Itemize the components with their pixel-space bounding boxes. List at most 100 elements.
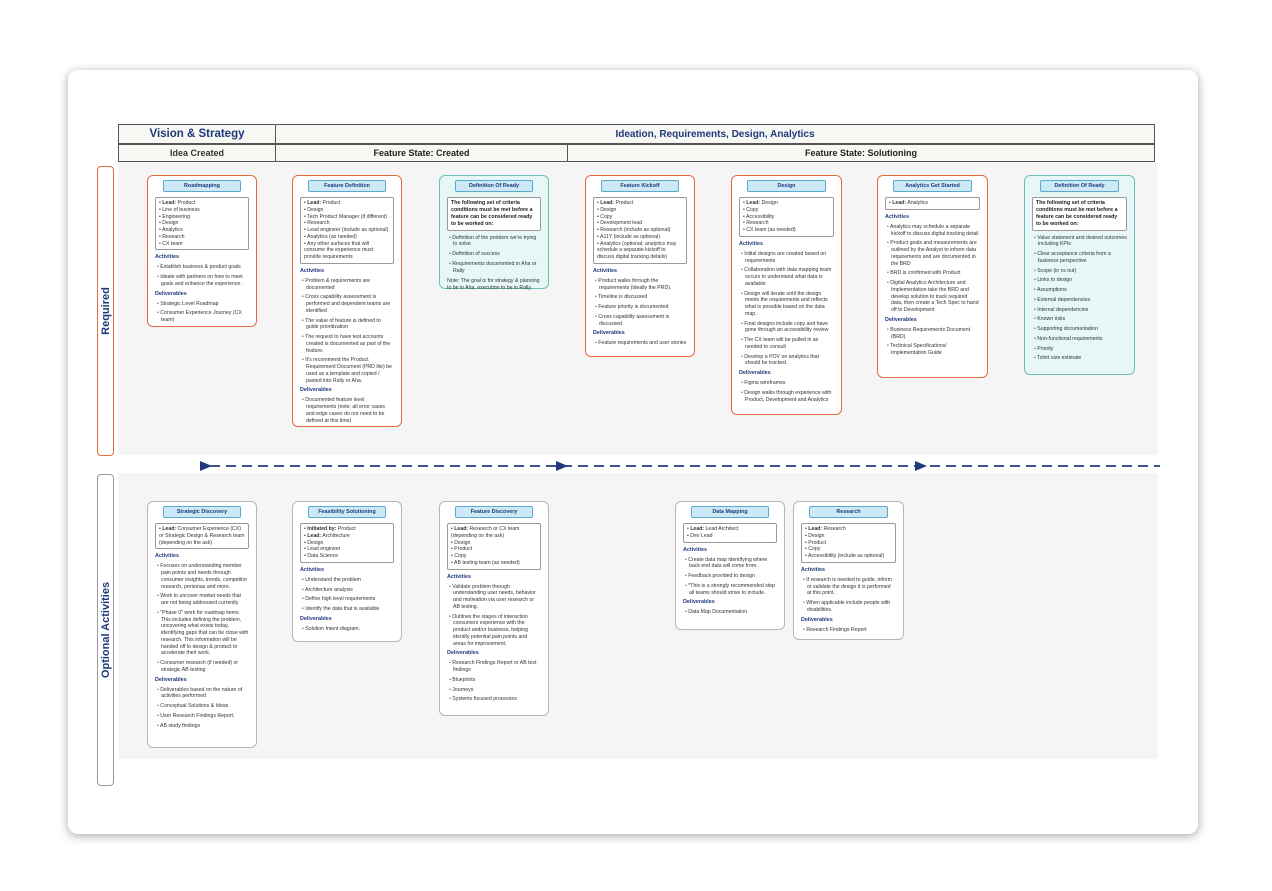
deliverables-item: User Research Findings Report. — [155, 713, 249, 720]
lead-item: Copy — [451, 553, 537, 560]
activities-heading: Activities — [801, 566, 825, 573]
lead-item: A11Y (include as optional) — [597, 234, 683, 241]
card-title: Feasibility Solutioning — [308, 506, 386, 519]
deliverables-heading: Deliverables — [300, 387, 332, 394]
activities-heading: Activities — [739, 240, 763, 247]
timeline-arrow — [200, 461, 1160, 471]
criteria-item: Definition of the problem we're trying t… — [447, 235, 541, 249]
phase-ideation: Ideation, Requirements, Design, Analytic… — [275, 124, 1155, 144]
card-roadmapping: Roadmapping Lead: ProductLine of business… — [147, 175, 257, 327]
lead-item: Development lead — [597, 220, 683, 227]
deliverables-item: Systems focused processes — [447, 696, 541, 703]
lead-item: Analytics (optional; analytics may sched… — [597, 241, 683, 261]
lead-item: Tech Product Manager (if different) — [304, 214, 390, 221]
lead-item: Lead engineer (include as optional) — [304, 227, 390, 234]
card-title: Feature Discovery — [455, 506, 533, 519]
lead-item: Engineering — [159, 214, 245, 221]
lead-item: Copy — [743, 207, 830, 214]
lead-item: Data Science — [304, 553, 390, 560]
optional-band — [118, 473, 1158, 759]
lead-item: Analytics — [159, 227, 245, 234]
ready-criteria-intro: The following set of criteria conditions… — [1032, 197, 1127, 231]
criteria-item: Scope (in vs out) — [1032, 268, 1127, 275]
lead-item: Research (include as optional) — [597, 227, 683, 234]
lead-item: Any other surfaces that will consume the… — [304, 241, 390, 261]
activities-item: Focuses on understanding member pain poi… — [155, 563, 249, 590]
card-title: Research — [809, 506, 888, 519]
card-definition-ready-1: Definition Of Ready The following set of … — [439, 175, 549, 292]
deliverables-item: Journeys — [447, 687, 541, 694]
criteria-item: Clear acceptance criteria from a busines… — [1032, 251, 1127, 265]
card-research: ResearchLead: ResearchDesignProductCopyA… — [793, 501, 904, 640]
phase-vision-strategy: Vision & Strategy — [118, 124, 276, 144]
activities-item: When applicable include people with disa… — [801, 600, 896, 614]
lead-item: Lead: Research — [805, 526, 892, 533]
lead-item: Lead: Product — [159, 200, 245, 207]
activities-item: Develop a POV on analytics that should b… — [739, 354, 834, 368]
deliverables-heading: Deliverables — [683, 599, 715, 606]
deliverables-heading: Deliverables — [155, 290, 187, 297]
deliverables-item: Blueprints — [447, 677, 541, 684]
activities-item: Problem & requirements are documented — [300, 278, 394, 292]
criteria-item: Non-functional requirements — [1032, 336, 1127, 343]
criteria-item: External dependencies — [1032, 297, 1127, 304]
activities-item: Create data map identifying where back e… — [683, 557, 777, 571]
activities-heading: Activities — [683, 546, 707, 553]
lead-item: Lead: Product — [304, 200, 390, 207]
deliverables-item: Design walks through experience with Pro… — [739, 390, 834, 404]
deliverables-item: AB study findings — [155, 723, 249, 730]
deliverables-item: Documented feature level requirements (n… — [300, 397, 394, 424]
activities-item: Digital Analytics Architecture and Imple… — [885, 280, 980, 314]
card-title: Data Mapping — [691, 506, 769, 519]
lead-item: Research — [159, 234, 245, 241]
lead-item: Product — [451, 546, 537, 553]
activities-item: The value of feature is defined to guide… — [300, 318, 394, 332]
lead-item: AB testing team (as needed) — [451, 560, 537, 567]
activities-item: Understand the problem — [300, 577, 394, 584]
lead-item: Lead: Research or CX team (depending on … — [451, 526, 537, 540]
criteria-item: Definition of success — [447, 251, 541, 258]
lead-item: CX team — [159, 241, 245, 248]
activities-item: The request to have test accounts create… — [300, 334, 394, 354]
activities-item: Design will iterate until the design mee… — [739, 291, 834, 318]
criteria-item: Value statement and desired outcomes inc… — [1032, 235, 1127, 249]
leads-box: Lead: Analytics — [885, 197, 980, 210]
lead-item: Accessibility (include as optional) — [805, 553, 892, 560]
note-text: Note: The goal is for strategy & plannin… — [447, 278, 540, 292]
card-feature-kickoff: Feature KickoffLead: ProductDesignCopyDe… — [585, 175, 695, 357]
activities-item: Cross capability assessment is performed… — [300, 294, 394, 314]
card-feature-discovery: Feature Discovery Lead: Research or CX te… — [439, 501, 549, 716]
leads-box: Lead: ProductLine of businessEngineering… — [155, 197, 249, 251]
deliverables-item: Technical Specifications/ Implementation… — [885, 343, 980, 357]
lead-item: Copy — [597, 214, 683, 221]
lead-item: Research — [304, 220, 390, 227]
activities-heading: Activities — [885, 213, 909, 220]
leads-box: Lead: DesignCopyAccessibilityResearchCX … — [739, 197, 834, 237]
card-title: Analytics Get Started — [893, 180, 972, 193]
card-title: Definition Of Ready — [1040, 180, 1119, 193]
card-feature-definition: Feature Definition Lead: ProductDesignTec… — [292, 175, 402, 427]
card-design: Design Lead: DesignCopyAccessibilityResea… — [731, 175, 842, 415]
lead-item: Lead: Product — [597, 200, 683, 207]
activities-item: BRD is confirmed with Product — [885, 270, 980, 277]
activities-item: Architecture analysis — [300, 587, 394, 594]
lead-item: Research — [743, 220, 830, 227]
lead-item: Lead engineer — [304, 546, 390, 553]
deliverables-item: Business Requirements Document (BRD) — [885, 327, 980, 341]
ready-criteria-intro: The following set of criteria conditions… — [447, 197, 541, 231]
row-label-required: Required — [97, 166, 114, 456]
state-idea-created: Idea Created — [118, 144, 276, 162]
lead-item: Product — [805, 540, 892, 547]
lead-item: Design — [451, 540, 537, 547]
activities-item: Collaboration with data mapping team occ… — [739, 267, 834, 287]
lead-item: Lead: Design — [743, 200, 830, 207]
lead-item: Lead: Architecture — [304, 533, 390, 540]
lead-item: Lead: Lead Architect — [687, 526, 773, 533]
lead-item: Design — [304, 207, 390, 214]
lead-item: Design — [805, 533, 892, 540]
criteria-item: Tshirt size estimate — [1032, 355, 1127, 362]
lead-item: Line of business — [159, 207, 245, 214]
activities-heading: Activities — [300, 566, 324, 573]
activities-heading: Activities — [593, 267, 617, 274]
card-title: Feature Kickoff — [601, 180, 679, 193]
